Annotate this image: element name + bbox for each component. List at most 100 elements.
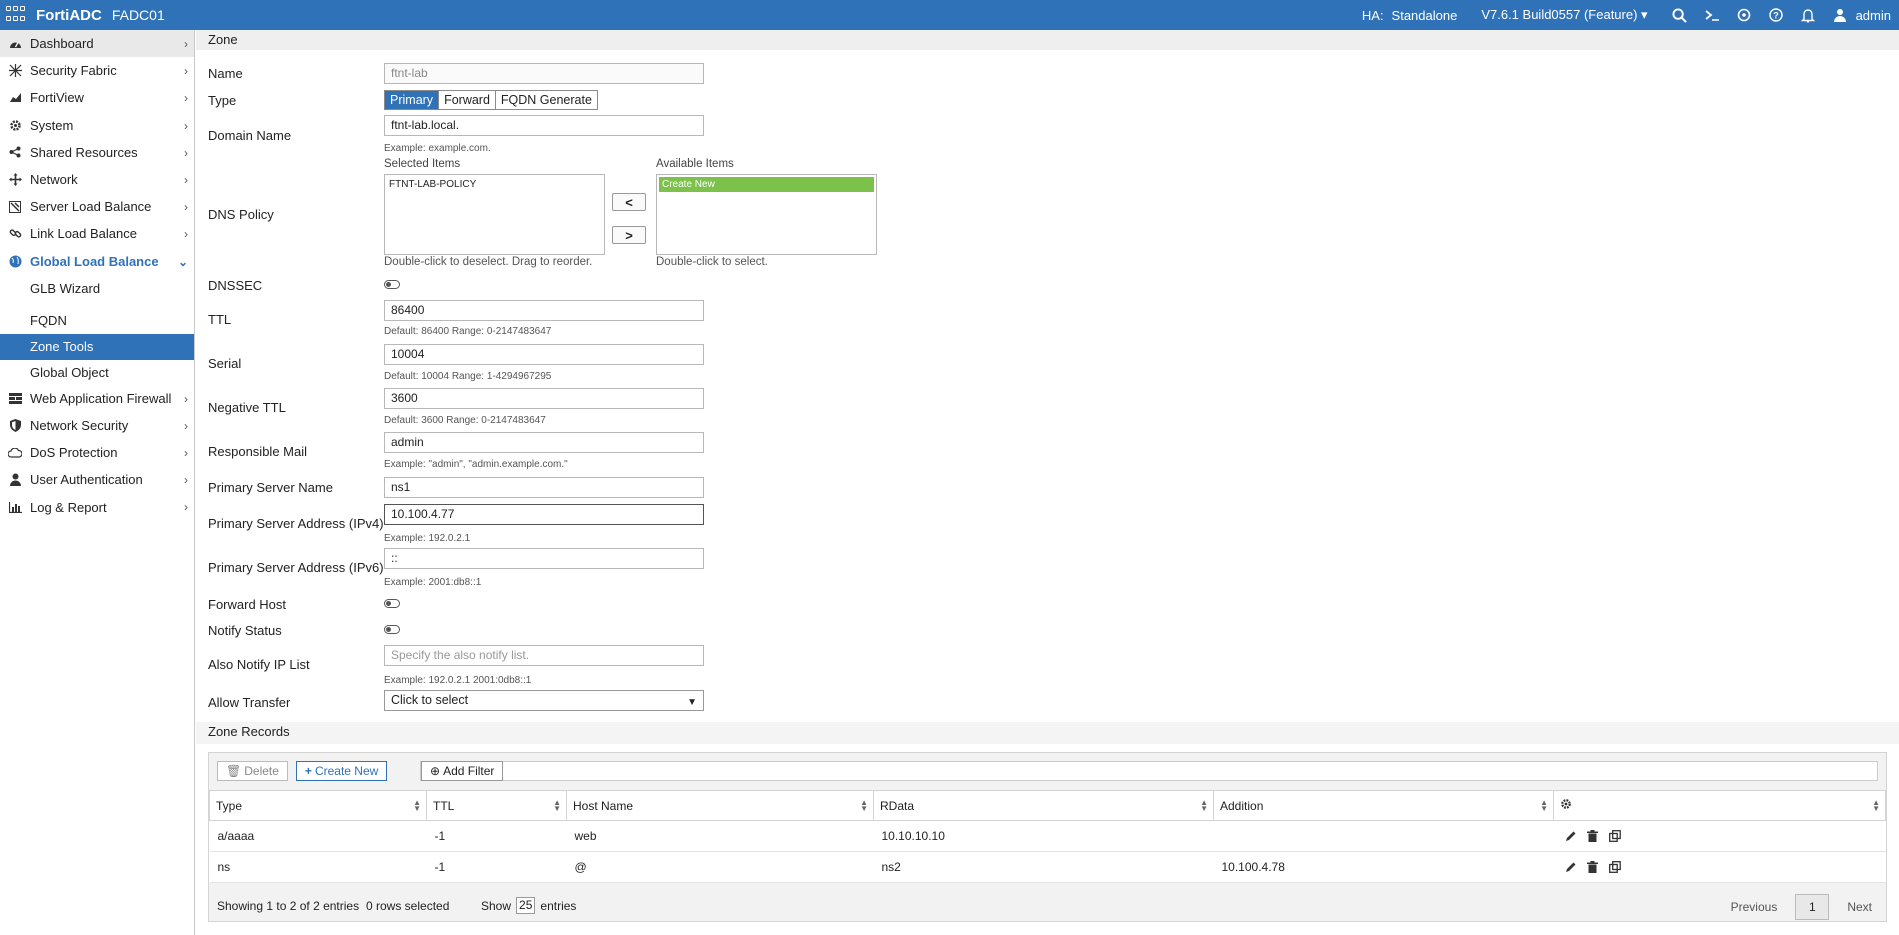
responsible-mail-field[interactable]: admin: [384, 432, 704, 453]
clone-icon[interactable]: [1608, 829, 1622, 843]
selected-item[interactable]: FTNT-LAB-POLICY: [385, 175, 604, 194]
column-header-ttl[interactable]: TTL ▲ ▼: [426, 790, 567, 821]
nav-network[interactable]: Network ›: [0, 166, 194, 193]
type-forward-option[interactable]: Forward: [439, 91, 496, 109]
table-row[interactable]: ns -1 @ ns2 10.100.4.78: [209, 851, 1886, 883]
search-icon[interactable]: [1672, 7, 1688, 23]
nav-network-security[interactable]: Network Security ›: [0, 412, 194, 439]
chevron-right-icon: ›: [184, 118, 188, 133]
available-items-list[interactable]: Create New: [656, 174, 877, 255]
user-icon[interactable]: [1832, 7, 1848, 23]
chevron-right-icon: ›: [184, 391, 188, 406]
delete-button[interactable]: 🗑 Delete: [217, 761, 288, 781]
table-footer: Showing 1 to 2 of 2 entries 0 rows selec…: [209, 889, 1886, 921]
chevron-right-icon: ›: [184, 91, 188, 106]
available-item-create-new[interactable]: Create New: [659, 177, 874, 192]
negative-ttl-field[interactable]: 3600: [384, 388, 704, 409]
domain-name-field[interactable]: ftnt-lab.local.: [384, 115, 704, 136]
link-icon: [8, 227, 22, 241]
ttl-hint: Default: 86400 Range: 0-2147483647: [384, 326, 552, 337]
serial-label: Serial: [208, 356, 242, 371]
ttl-field[interactable]: 86400: [384, 300, 704, 321]
also-notify-field[interactable]: Specify the also notify list.: [384, 645, 704, 666]
next-page-button[interactable]: Next: [1847, 900, 1872, 914]
delete-icon[interactable]: [1586, 860, 1600, 874]
type-label: Type: [208, 93, 237, 108]
user-name[interactable]: admin: [1856, 8, 1891, 23]
version-dropdown[interactable]: V7.6.1 Build0557 (Feature) ▾: [1481, 7, 1647, 23]
column-header-rdata[interactable]: RData ▲ ▼: [873, 790, 1214, 821]
sort-icon: ▲ ▼: [860, 798, 868, 813]
gear-icon: [1560, 799, 1572, 813]
nav-server-load-balance[interactable]: Server Load Balance ›: [0, 193, 194, 220]
sidebar-item-zone-tools[interactable]: Zone Tools: [0, 333, 194, 360]
nav-user-authentication[interactable]: User Authentication ›: [0, 466, 194, 493]
column-header-actions[interactable]: ▲ ▼: [1553, 790, 1886, 821]
type-primary-option[interactable]: Primary: [385, 91, 440, 109]
chevron-right-icon: ›: [184, 500, 188, 515]
primary-ipv6-field[interactable]: ::: [384, 548, 704, 569]
nav-shared-resources[interactable]: Shared Resources ›: [0, 139, 194, 166]
nav-link-load-balance[interactable]: Link Load Balance ›: [0, 220, 194, 247]
shield-icon: [8, 418, 22, 432]
nav-dashboard[interactable]: Dashboard ›: [0, 30, 194, 58]
forward-host-toggle[interactable]: [384, 599, 400, 608]
type-fqdn-generate-option[interactable]: FQDN Generate: [496, 91, 597, 109]
zone-records-title: Zone Records: [208, 724, 290, 739]
nav-fortiview[interactable]: FortiView ›: [0, 84, 194, 111]
globe-icon: [8, 254, 22, 268]
cli-console-icon[interactable]: [1704, 7, 1720, 23]
show-label: Show: [481, 898, 512, 913]
refresh-icon[interactable]: [1736, 7, 1752, 23]
nav-security-fabric[interactable]: Security Fabric ›: [0, 57, 194, 84]
allow-transfer-select[interactable]: Click to select ▼: [384, 690, 704, 711]
nav-log-report[interactable]: Log & Report ›: [0, 493, 194, 520]
nav-system[interactable]: System ›: [0, 112, 194, 139]
clone-icon[interactable]: [1608, 860, 1622, 874]
also-notify-label: Also Notify IP List: [208, 657, 310, 672]
sidebar-item-glb-wizard[interactable]: GLB Wizard: [0, 275, 194, 303]
bell-icon[interactable]: [1800, 7, 1816, 23]
column-header-host-name[interactable]: Host Name ▲ ▼: [566, 790, 874, 821]
table-row[interactable]: a/aaaa -1 web 10.10.10.10: [209, 820, 1886, 852]
chevron-down-icon: ⌄: [177, 254, 188, 269]
filter-bar[interactable]: ⊕ Add Filter: [420, 761, 1878, 781]
sidebar: Dashboard › Security Fabric › FortiView › S…: [0, 30, 195, 935]
create-new-button[interactable]: + Create New: [295, 761, 388, 781]
page-1-button[interactable]: 1: [1795, 894, 1830, 920]
previous-page-button[interactable]: Previous: [1731, 900, 1778, 914]
page-size-select[interactable]: 25: [516, 897, 536, 914]
serial-field[interactable]: 10004: [384, 344, 704, 365]
negative-ttl-hint: Default: 3600 Range: 0-2147483647: [384, 415, 546, 426]
responsible-mail-label: Responsible Mail: [208, 444, 307, 459]
sidebar-item-global-object[interactable]: Global Object: [0, 360, 194, 385]
notify-status-toggle[interactable]: [384, 625, 400, 634]
edit-icon[interactable]: [1564, 860, 1578, 874]
sidebar-item-fqdn[interactable]: FQDN: [0, 307, 194, 334]
plus-icon: +: [304, 764, 312, 778]
add-filter-button[interactable]: ⊕ Add Filter: [421, 761, 504, 781]
apps-grid-icon[interactable]: [6, 6, 28, 24]
selected-items-list[interactable]: FTNT-LAB-POLICY: [384, 174, 605, 255]
user-icon: [8, 473, 22, 487]
server-icon: [8, 200, 22, 214]
nav-web-application-firewall[interactable]: Web Application Firewall ›: [0, 385, 194, 412]
entries-label: entries: [540, 898, 577, 913]
delete-icon[interactable]: [1586, 829, 1600, 843]
dnssec-toggle[interactable]: [384, 280, 400, 289]
primary-server-name-field[interactable]: ns1: [384, 477, 704, 498]
nav-global-load-balance[interactable]: Global Load Balance ⌄: [0, 248, 194, 275]
column-header-addition[interactable]: Addition ▲ ▼: [1213, 790, 1554, 821]
move-right-button[interactable]: >: [612, 226, 646, 244]
help-icon[interactable]: ?: [1768, 7, 1784, 23]
dashboard-icon: [8, 37, 22, 51]
chevron-right-icon: ›: [184, 172, 188, 187]
column-header-type[interactable]: Type ▲ ▼: [209, 790, 427, 821]
move-left-button[interactable]: <: [612, 193, 646, 211]
notify-status-label: Notify Status: [208, 623, 282, 638]
edit-icon[interactable]: [1564, 829, 1578, 843]
nav-dos-protection[interactable]: DoS Protection ›: [0, 439, 194, 466]
sort-icon: ▲ ▼: [553, 798, 561, 813]
report-icon: [8, 500, 22, 514]
primary-ipv4-field[interactable]: 10.100.4.77: [384, 504, 704, 525]
